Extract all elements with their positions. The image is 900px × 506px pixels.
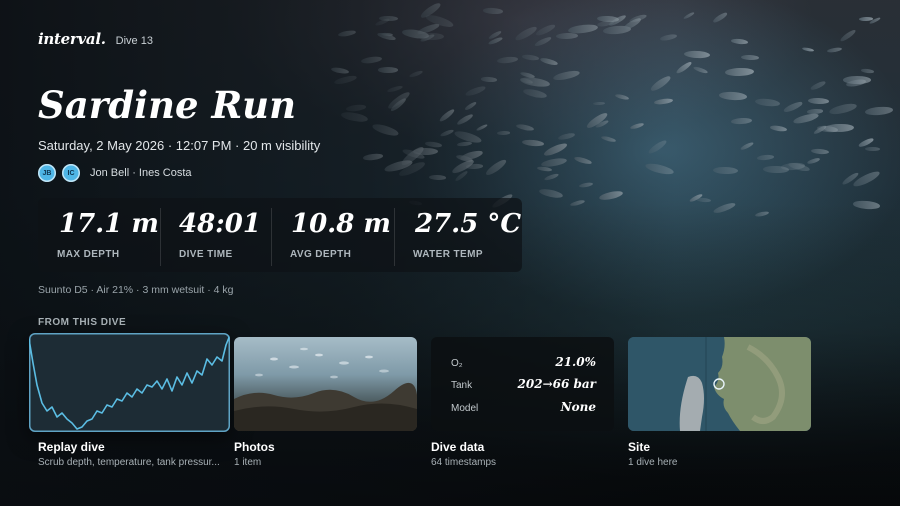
stat-water-temp: 27.5 °C WATER TEMP xyxy=(394,198,522,272)
stat-label: WATER TEMP xyxy=(413,249,483,260)
header: interval. Dive 13 xyxy=(38,30,153,48)
depth-profile-thumbnail[interactable] xyxy=(29,333,230,432)
photo-thumbnail[interactable] xyxy=(234,337,417,431)
data-value: 21.0% xyxy=(555,355,596,369)
stat-label: MAX DEPTH xyxy=(57,249,120,260)
card-title: Photos xyxy=(234,440,275,454)
data-label: Tank xyxy=(451,380,473,391)
data-row-model: Model None xyxy=(451,400,596,414)
card-subtitle: 64 timestamps xyxy=(431,457,497,468)
stat-label: AVG DEPTH xyxy=(290,249,352,260)
stat-value: 48:01 xyxy=(179,209,261,239)
card-title: Site xyxy=(628,440,651,454)
data-label: O₂ xyxy=(451,358,463,369)
section-title: FROM THIS DIVE xyxy=(38,317,127,328)
site-card[interactable]: Site 1 dive here xyxy=(628,337,811,468)
data-row-tank: Tank 202→66 bar xyxy=(451,377,596,391)
stat-value: 17.1 m xyxy=(59,209,159,239)
app-logo: interval. xyxy=(38,30,106,48)
dive-data-panel[interactable]: O₂ 21.0% Tank 202→66 bar Model None xyxy=(431,337,614,431)
site-map-thumbnail[interactable] xyxy=(628,337,811,431)
gear-summary: Suunto D5 · Air 21% · 3 mm wetsuit · 4 k… xyxy=(38,284,234,296)
dive-subtitle: Saturday, 2 May 2026 · 12:07 PM · 20 m v… xyxy=(38,138,321,153)
card-title: Replay dive xyxy=(38,440,105,454)
stat-dive-time: 48:01 DIVE TIME xyxy=(160,198,271,272)
buddy-list: JB IC Jon Bell · Ines Costa xyxy=(38,164,192,182)
photo-image xyxy=(234,347,417,431)
dive-title: Sardine Run xyxy=(38,83,296,127)
site-map xyxy=(628,337,811,431)
stat-value: 27.5 °C xyxy=(415,209,522,239)
card-title: Dive data xyxy=(431,440,485,454)
data-value: None xyxy=(560,400,596,414)
stat-max-depth: 17.1 m MAX DEPTH xyxy=(38,198,160,272)
buddy-avatar[interactable]: JB xyxy=(38,164,56,182)
stat-avg-depth: 10.8 m AVG DEPTH xyxy=(271,198,394,272)
dive-number: Dive 13 xyxy=(115,35,153,47)
stat-value: 10.8 m xyxy=(291,209,391,239)
stats-panel: 17.1 m MAX DEPTH 48:01 DIVE TIME 10.8 m … xyxy=(38,198,522,272)
data-label: Model xyxy=(451,403,479,414)
depth-profile-chart xyxy=(29,334,230,430)
data-row-o2: O₂ 21.0% xyxy=(451,355,596,369)
dive-data-card[interactable]: O₂ 21.0% Tank 202→66 bar Model None Dive… xyxy=(431,337,614,468)
buddy-avatar[interactable]: IC xyxy=(62,164,80,182)
data-value: 202→66 bar xyxy=(517,377,596,391)
photos-card[interactable]: Photos 1 item xyxy=(234,337,417,468)
buddy-names: Jon Bell · Ines Costa xyxy=(90,167,192,179)
card-subtitle: 1 dive here xyxy=(628,457,678,468)
card-subtitle: Scrub depth, temperature, tank pressur..… xyxy=(38,457,220,468)
stat-label: DIVE TIME xyxy=(179,249,233,260)
card-subtitle: 1 item xyxy=(234,457,262,468)
